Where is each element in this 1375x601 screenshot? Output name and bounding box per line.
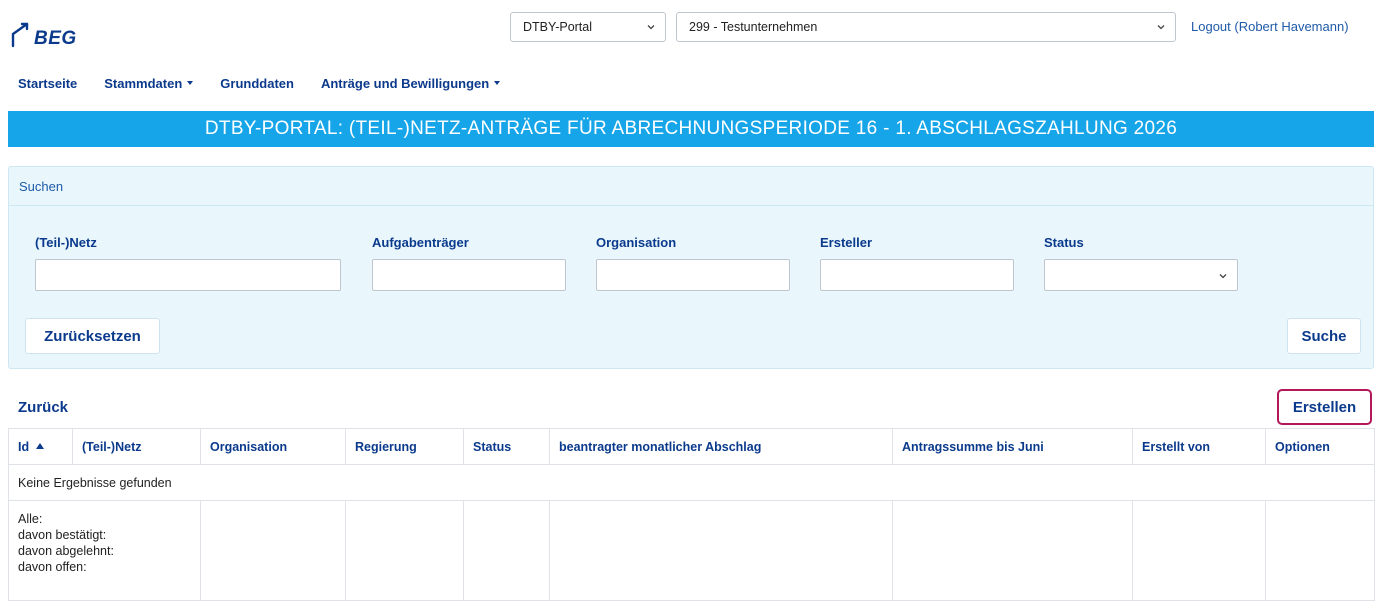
- main-nav: Startseite Stammdaten Grunddaten Anträge…: [0, 72, 527, 94]
- summary-cell: [463, 500, 550, 601]
- nav-item-label: Stammdaten: [104, 75, 183, 91]
- organisation-input[interactable]: [596, 259, 790, 291]
- results-table: Id (Teil-)Netz Organisation Regierung St…: [8, 428, 1375, 601]
- page-title: DTBY-PORTAL: (TEIL-)NETZ-ANTRÄGE FÜR ABR…: [204, 118, 1178, 139]
- summary-confirmed: davon bestätigt:: [18, 528, 107, 542]
- logo-text: BEG: [34, 28, 77, 49]
- table-row-summary: Alle: davon bestätigt: davon abgelehnt: …: [8, 500, 1375, 601]
- column-header-netz[interactable]: (Teil-)Netz: [72, 428, 201, 465]
- ersteller-label: Ersteller: [820, 235, 873, 250]
- chevron-down-icon: [1157, 25, 1165, 30]
- column-header-erstellt-von[interactable]: Erstellt von: [1132, 428, 1266, 465]
- ersteller-input[interactable]: [820, 259, 1014, 291]
- column-header-organisation[interactable]: Organisation: [200, 428, 346, 465]
- logout-link[interactable]: Logout (Robert Havemann): [1191, 19, 1349, 34]
- summary-cell: [1132, 500, 1266, 601]
- search-button[interactable]: Suche: [1287, 318, 1361, 354]
- netz-input[interactable]: [35, 259, 341, 291]
- create-button[interactable]: Erstellen: [1277, 389, 1372, 425]
- caret-down-icon: [187, 81, 194, 85]
- company-select[interactable]: 299 - Testunternehmen: [676, 12, 1176, 42]
- chevron-down-icon: [1219, 274, 1227, 279]
- summary-open: davon offen:: [18, 560, 87, 574]
- status-select[interactable]: [1044, 259, 1238, 291]
- nav-item-antraege[interactable]: Anträge und Bewilligungen: [320, 72, 501, 94]
- back-link[interactable]: Zurück: [18, 399, 68, 416]
- page-title-banner: DTBY-PORTAL: (TEIL-)NETZ-ANTRÄGE FÜR ABR…: [8, 111, 1374, 147]
- sort-ascending-icon: [36, 443, 45, 450]
- summary-labels: Alle: davon bestätigt: davon abgelehnt: …: [8, 500, 201, 601]
- summary-all: Alle:: [18, 512, 43, 526]
- search-panel: Suchen (Teil-)Netz Aufgabenträger Organi…: [8, 166, 1374, 369]
- table-row-empty: Keine Ergebnisse gefunden: [8, 464, 1375, 501]
- nav-item-label: Grunddaten: [220, 75, 294, 91]
- organisation-label: Organisation: [596, 235, 677, 250]
- caret-down-icon: [494, 81, 501, 85]
- portal-select[interactable]: DTBY-Portal: [510, 12, 666, 42]
- netz-label: (Teil-)Netz: [35, 235, 97, 250]
- beg-logo[interactable]: BEG: [10, 14, 77, 50]
- nav-item-label: Startseite: [18, 75, 78, 91]
- nav-item-grunddaten[interactable]: Grunddaten: [220, 72, 294, 94]
- table-header-row: Id (Teil-)Netz Organisation Regierung St…: [8, 428, 1375, 465]
- nav-item-startseite[interactable]: Startseite: [18, 72, 77, 94]
- column-header-abschlag[interactable]: beantragter monatlicher Abschlag: [549, 428, 893, 465]
- portal-select-value: DTBY-Portal: [523, 20, 593, 34]
- summary-cell: [345, 500, 464, 601]
- column-header-antragssumme[interactable]: Antragssumme bis Juni: [892, 428, 1133, 465]
- header: BEG DTBY-Portal 299 - Testunternehmen Lo…: [0, 0, 1375, 60]
- reset-button[interactable]: Zurücksetzen: [25, 318, 160, 354]
- nav-item-stammdaten[interactable]: Stammdaten: [104, 72, 194, 94]
- search-heading-text: Suchen: [19, 178, 64, 194]
- column-header-optionen: Optionen: [1265, 428, 1375, 465]
- summary-rejected: davon abgelehnt:: [18, 544, 114, 558]
- summary-cell: [1265, 500, 1375, 601]
- summary-cell: [892, 500, 1133, 601]
- status-label: Status: [1044, 235, 1084, 250]
- column-header-id[interactable]: Id: [8, 428, 73, 465]
- aufgabentraeger-label: Aufgabenträger: [372, 235, 469, 250]
- column-header-status[interactable]: Status: [463, 428, 550, 465]
- logo-mark-icon: [11, 22, 29, 48]
- summary-cell: [200, 500, 346, 601]
- chevron-down-icon: [647, 25, 655, 30]
- company-select-value: 299 - Testunternehmen: [689, 20, 818, 34]
- empty-message: Keine Ergebnisse gefunden: [8, 464, 1375, 501]
- nav-item-label: Anträge und Bewilligungen: [320, 75, 490, 91]
- search-panel-heading[interactable]: Suchen: [9, 167, 1373, 206]
- aufgabentraeger-input[interactable]: [372, 259, 566, 291]
- summary-cell: [549, 500, 893, 601]
- column-header-regierung[interactable]: Regierung: [345, 428, 464, 465]
